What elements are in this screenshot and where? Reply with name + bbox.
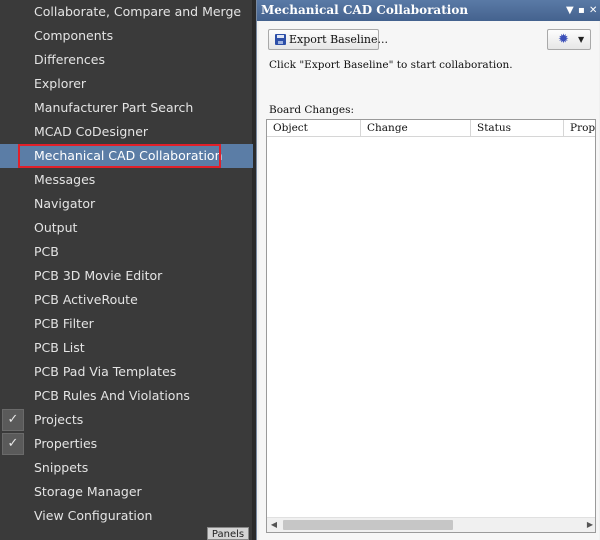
menu-item-output[interactable]: Output (0, 216, 253, 240)
menu-item-label: Projects (34, 412, 84, 427)
menu-item-label: Snippets (34, 460, 89, 475)
menu-item-label: Collaborate, Compare and Merge (34, 4, 242, 19)
horizontal-scrollbar[interactable]: ◀ ▶ (267, 517, 595, 532)
menu-item-pcb-activeroute[interactable]: PCB ActiveRoute (0, 288, 253, 312)
menu-item-snippets[interactable]: Snippets (0, 456, 253, 480)
scroll-right-icon[interactable]: ▶ (583, 518, 595, 532)
menu-item-components[interactable]: Components (0, 24, 253, 48)
panels-button[interactable]: Panels (207, 527, 249, 540)
dropdown-icon[interactable]: ▼ (566, 0, 574, 21)
menu-item-properties[interactable]: ✓ Properties (0, 432, 253, 456)
save-icon (275, 34, 286, 45)
menu-item-label: PCB List (34, 340, 85, 355)
menu-item-pcb-list[interactable]: PCB List (0, 336, 253, 360)
column-header-properties[interactable]: Propo (564, 120, 595, 137)
panel-body: Export Baseline... ✹ ▼ Click "Export Bas… (259, 21, 599, 540)
menu-item-explorer[interactable]: Explorer (0, 72, 253, 96)
export-baseline-button[interactable]: Export Baseline... (268, 29, 388, 50)
checkmark-icon: ✓ (2, 409, 24, 431)
menu-item-view-configuration[interactable]: View Configuration (0, 504, 253, 528)
menu-item-manufacturer-part-search[interactable]: Manufacturer Part Search (0, 96, 253, 120)
menu-item-pcb[interactable]: PCB (0, 240, 253, 264)
scroll-left-icon[interactable]: ◀ (267, 518, 281, 532)
column-header-change[interactable]: Change (361, 120, 471, 137)
menu-item-collaborate-compare-and-merge[interactable]: Collaborate, Compare and Merge (0, 0, 253, 24)
menu-item-label: PCB Filter (34, 316, 94, 331)
menu-item-label: PCB ActiveRoute (34, 292, 138, 307)
menu-item-mechanical-cad-collaboration[interactable]: Mechanical CAD Collaboration (0, 144, 253, 168)
menu-item-label: Explorer (34, 76, 87, 91)
panels-menu: Collaborate, Compare and Merge Components… (0, 0, 253, 540)
menu-item-label: Storage Manager (34, 484, 142, 499)
board-changes-table: Object Change Status Propo ◀ ▶ (266, 119, 596, 533)
gear-icon: ✹ (558, 32, 569, 47)
menu-item-mcad-codesigner[interactable]: MCAD CoDesigner (0, 120, 253, 144)
menu-item-storage-manager[interactable]: Storage Manager (0, 480, 253, 504)
menu-item-label: Mechanical CAD Collaboration (34, 148, 223, 163)
menu-item-pcb-rules-and-violations[interactable]: PCB Rules And Violations (0, 384, 253, 408)
menu-item-label: View Configuration (34, 508, 153, 523)
menu-item-pcb-pad-via-templates[interactable]: PCB Pad Via Templates (0, 360, 253, 384)
menu-item-navigator[interactable]: Navigator (0, 192, 253, 216)
menu-item-label: MCAD CoDesigner (34, 124, 149, 139)
menu-item-label: PCB Rules And Violations (34, 388, 190, 403)
menu-item-label: Properties (34, 436, 98, 451)
menu-item-label: Messages (34, 172, 96, 187)
menu-item-pcb-3d-movie-editor[interactable]: PCB 3D Movie Editor (0, 264, 253, 288)
column-header-status[interactable]: Status (471, 120, 564, 137)
menu-item-pcb-filter[interactable]: PCB Filter (0, 312, 253, 336)
menu-item-label: PCB 3D Movie Editor (34, 268, 163, 283)
board-changes-label: Board Changes: (269, 104, 355, 116)
menu-item-label: PCB (34, 244, 59, 259)
checkmark-icon: ✓ (2, 433, 24, 455)
panel-titlebar: Mechanical CAD Collaboration ▼ ▪ ✕ (257, 0, 600, 21)
close-icon[interactable]: ✕ (589, 0, 597, 21)
panel-title: Mechanical CAD Collaboration (261, 3, 469, 17)
settings-button[interactable]: ✹ ▼ (547, 29, 591, 50)
menu-item-label: Manufacturer Part Search (34, 100, 194, 115)
pin-icon[interactable]: ▪ (578, 0, 585, 21)
export-baseline-label: Export Baseline... (289, 33, 388, 46)
table-header: Object Change Status Propo (267, 120, 595, 137)
chevron-down-icon: ▼ (578, 35, 585, 44)
mcad-collaboration-panel: Mechanical CAD Collaboration ▼ ▪ ✕ Expor… (256, 0, 600, 540)
menu-item-label: Components (34, 28, 114, 43)
instruction-text: Click "Export Baseline" to start collabo… (269, 59, 513, 71)
menu-item-label: Output (34, 220, 78, 235)
menu-item-projects[interactable]: ✓ Projects (0, 408, 253, 432)
scrollbar-thumb[interactable] (283, 520, 453, 530)
column-header-object[interactable]: Object (267, 120, 361, 137)
menu-item-label: Differences (34, 52, 105, 67)
menu-item-label: PCB Pad Via Templates (34, 364, 177, 379)
menu-item-messages[interactable]: Messages (0, 168, 253, 192)
menu-item-label: Navigator (34, 196, 96, 211)
menu-item-differences[interactable]: Differences (0, 48, 253, 72)
